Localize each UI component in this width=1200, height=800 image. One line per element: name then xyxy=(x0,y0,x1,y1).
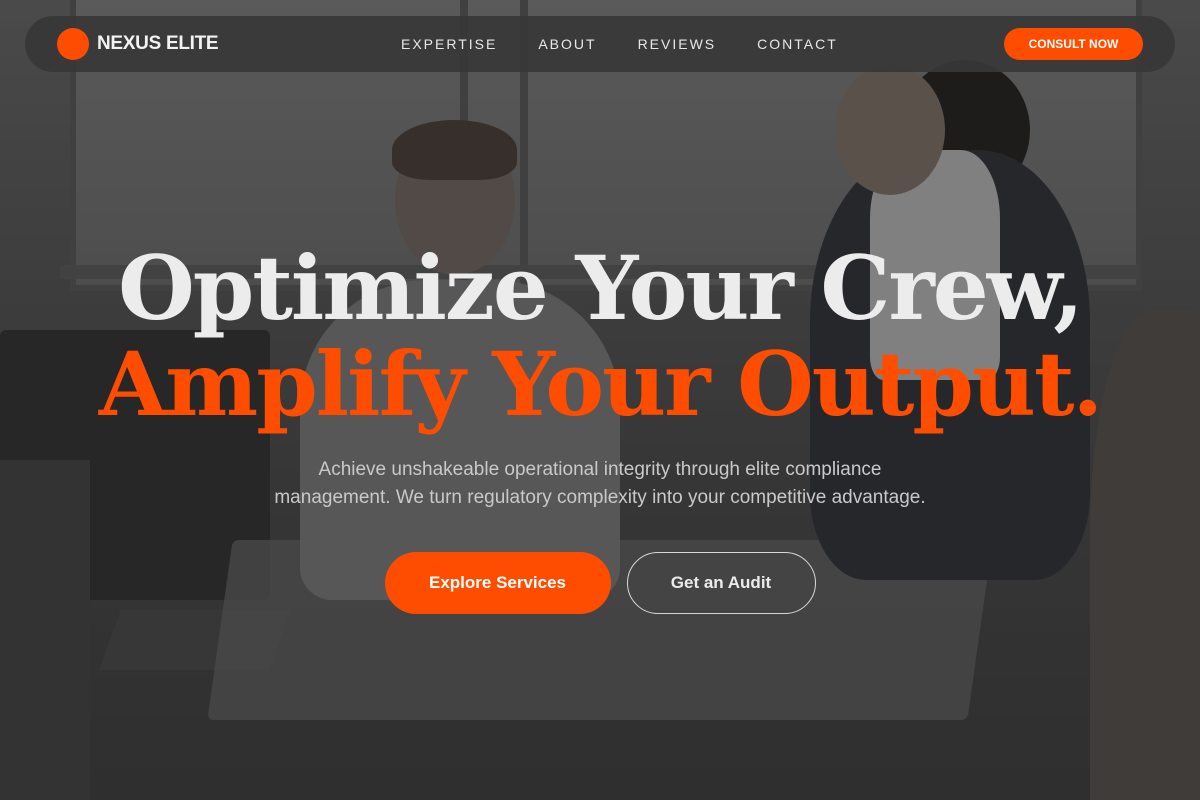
brand-logo[interactable]: NEXUS ELITE xyxy=(57,28,219,60)
nav-link-about[interactable]: ABOUT xyxy=(538,36,596,52)
nav-link-expertise[interactable]: EXPERTISE xyxy=(401,36,497,52)
nav-links: EXPERTISE ABOUT REVIEWS CONTACT xyxy=(401,16,838,72)
brand-name: NEXUS ELITE xyxy=(97,33,219,54)
explore-services-button[interactable]: Explore Services xyxy=(384,552,611,614)
hero-section: Optimize Your Crew, Amplify Your Output.… xyxy=(0,240,1200,614)
hero-headline: Optimize Your Crew, Amplify Your Output. xyxy=(0,240,1200,432)
nav-link-contact[interactable]: CONTACT xyxy=(757,36,838,52)
nav-link-reviews[interactable]: REVIEWS xyxy=(638,36,717,52)
hero-actions: Explore Services Get an Audit xyxy=(0,552,1200,614)
get-audit-button[interactable]: Get an Audit xyxy=(626,552,816,614)
headline-line-1: Optimize Your Crew, xyxy=(118,236,1084,340)
logo-circle-icon xyxy=(57,28,89,60)
hero-subtext: Achieve unshakeable operational integrit… xyxy=(274,459,926,508)
headline-line-2: Amplify Your Output. xyxy=(98,332,1103,436)
consult-now-button[interactable]: CONSULT NOW xyxy=(1004,28,1143,60)
top-navbar: NEXUS ELITE EXPERTISE ABOUT REVIEWS CONT… xyxy=(25,16,1175,72)
